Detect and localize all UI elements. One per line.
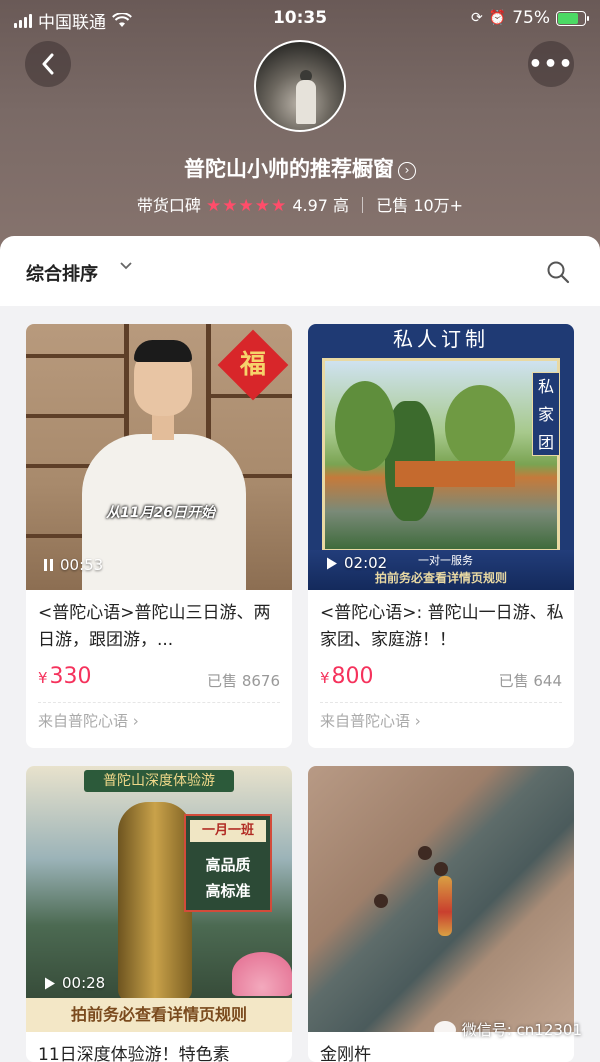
thumbnail-badge: 一月一班 高品质 高标准 — [184, 814, 272, 912]
product-source-link[interactable]: 来自普陀心语 › — [38, 710, 139, 731]
chevron-right-icon: › — [398, 162, 416, 180]
play-icon — [327, 557, 337, 569]
video-duration: 00:53 — [44, 556, 103, 574]
sold-count: 已售 10万+ — [376, 196, 464, 215]
thumbnail-side-tag: 私家团 — [532, 372, 560, 456]
product-card[interactable]: 福 从11月26日开始 00:53 <普陀心语>普陀山三日游、两日游，跟团游，.… — [26, 324, 292, 748]
divider — [320, 702, 562, 703]
product-card[interactable]: 金刚杵 — [308, 766, 574, 1062]
product-title[interactable]: <普陀心语>: 普陀山一日游、私家团、家庭游！！ — [320, 600, 564, 654]
rating-stars: ★★★★★ — [206, 196, 288, 216]
rating-row: 带货口碑 ★★★★★ 4.97 高 已售 10万+ — [0, 192, 600, 216]
thumbnail-rules: 拍前务必查看详情页规则 — [26, 998, 292, 1032]
sort-dropdown[interactable]: 综合排序 — [26, 260, 98, 286]
product-price: ¥330 — [38, 664, 92, 689]
pause-icon — [44, 559, 53, 571]
product-thumbnail[interactable]: 福 从11月26日开始 00:53 — [26, 324, 292, 590]
status-bar: 中国联通 10:35 ⟳ ⏰ 75% — [0, 8, 600, 33]
chevron-left-icon — [42, 53, 54, 75]
rating-value: 4.97 — [292, 196, 328, 215]
video-duration: 00:28 — [44, 974, 105, 992]
battery-percent: 75% — [512, 8, 550, 28]
product-title[interactable]: 金刚杵 — [320, 1042, 564, 1062]
product-source-link[interactable]: 来自普陀心语 › — [320, 710, 421, 731]
video-subtitle: 从11月26日开始 — [106, 505, 215, 521]
rotation-lock-icon: ⟳ — [471, 10, 483, 26]
product-sold: 已售 8676 — [207, 672, 280, 690]
reputation-label: 带货口碑 — [136, 196, 201, 215]
thumbnail-banner: 普陀山深度体验游 — [84, 770, 234, 792]
shop-title[interactable]: 普陀山小帅的推荐橱窗 › — [0, 153, 600, 183]
thumbnail-banner: 私人订制 — [393, 327, 489, 351]
more-button[interactable]: ••• — [528, 41, 574, 87]
shop-name: 普陀山小帅的推荐橱窗 — [184, 157, 394, 181]
wechat-icon — [433, 1020, 456, 1039]
divider — [38, 702, 280, 703]
divider — [362, 197, 364, 213]
search-icon[interactable] — [546, 260, 570, 284]
product-title[interactable]: 11日深度体验游！特色素 — [38, 1042, 282, 1062]
product-price: ¥800 — [320, 664, 374, 689]
statue-image — [118, 802, 192, 1002]
lotus-image — [232, 952, 292, 996]
rating-level: 高 — [333, 196, 350, 215]
fu-decoration: 福 — [217, 329, 289, 401]
shop-header: 中国联通 10:35 ⟳ ⏰ 75% ••• 普陀山小帅的推荐橱窗› 带货口碑 — [0, 0, 600, 250]
product-sold: 已售 644 — [498, 672, 562, 690]
product-card[interactable]: 普陀山深度体验游 一月一班 高品质 高标准 00:28 拍前务必查看详情页规则 … — [26, 766, 292, 1062]
battery-icon — [556, 10, 589, 26]
product-thumbnail[interactable]: 私人订制 私家团 02:02 一对一服务 拍前务必查看详情页规则 — [308, 324, 574, 590]
product-thumbnail[interactable] — [308, 766, 574, 1032]
avatar[interactable] — [254, 40, 346, 132]
more-icon: ••• — [528, 51, 574, 77]
product-card[interactable]: 私人订制 私家团 02:02 一对一服务 拍前务必查看详情页规则 <普陀心语>:… — [308, 324, 574, 748]
watermark: 微信号: cn12301 — [433, 1019, 582, 1040]
back-button[interactable] — [25, 41, 71, 87]
alarm-icon: ⏰ — [488, 10, 507, 26]
chevron-down-icon[interactable] — [119, 261, 133, 271]
play-icon — [45, 977, 55, 989]
sort-bar: 综合排序 — [0, 236, 600, 306]
product-title[interactable]: <普陀心语>普陀山三日游、两日游，跟团游，... — [38, 600, 282, 654]
product-thumbnail[interactable]: 普陀山深度体验游 一月一班 高品质 高标准 00:28 拍前务必查看详情页规则 — [26, 766, 292, 1032]
thumbnail-subtag: 一对一服务 — [418, 554, 473, 567]
pendant-image — [438, 876, 452, 936]
thumbnail-rules: 拍前务必查看详情页规则 — [374, 571, 507, 585]
